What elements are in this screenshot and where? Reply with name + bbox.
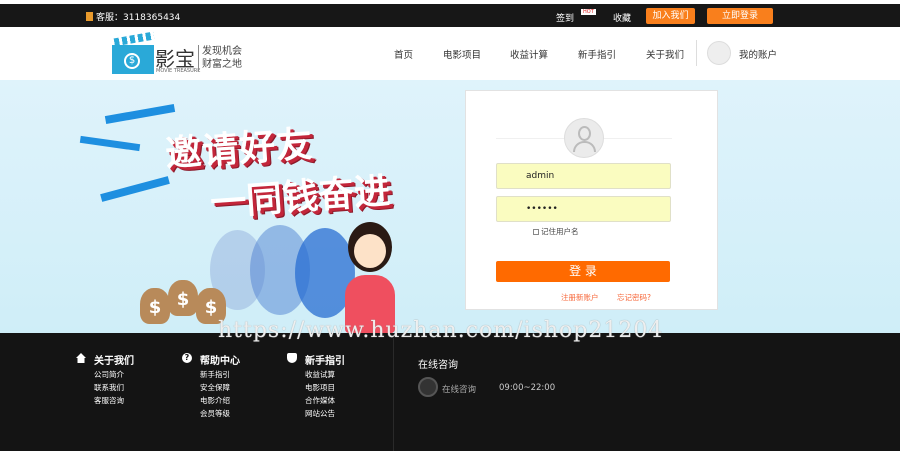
nav-home[interactable]: 首页 bbox=[394, 47, 413, 61]
footer-link[interactable]: 安全保障 bbox=[200, 383, 240, 393]
nav-about[interactable]: 关于我们 bbox=[646, 47, 684, 61]
favorite-link[interactable]: 收藏 bbox=[613, 11, 631, 24]
footer-col-guide: 新手指引 收益试算 电影项目 合作媒体 网站公告 bbox=[287, 352, 345, 419]
register-link[interactable]: 注册新账户 bbox=[561, 292, 599, 303]
logo-icon[interactable]: $ bbox=[112, 31, 155, 74]
online-title: 在线咨询 bbox=[418, 360, 458, 371]
footer-col-title: 关于我们 bbox=[94, 356, 134, 367]
girl-illustration bbox=[330, 220, 410, 333]
watermark: https://www.huzhan.com/ishop21204 bbox=[218, 318, 664, 343]
footer-link[interactable]: 网站公告 bbox=[305, 409, 345, 419]
money-bag-icon: $ bbox=[140, 288, 170, 324]
nav-movies[interactable]: 电影项目 bbox=[443, 47, 481, 61]
header: $ 影宝 MOVIE TREASURE 发现机会 财富之地 首页 电影项目 收益计… bbox=[0, 27, 900, 80]
help-icon: ? bbox=[182, 353, 192, 363]
banner-title-2: 一同钱奋进 bbox=[209, 170, 392, 225]
footer-link[interactable]: 联系我们 bbox=[94, 383, 134, 393]
remember-label: 记住用户名 bbox=[541, 227, 579, 236]
avatar-icon[interactable] bbox=[707, 41, 731, 65]
footer-col-help: ? 帮助中心 新手指引 安全保障 电影介绍 会员等级 bbox=[182, 352, 240, 419]
hot-badge: HOT bbox=[581, 9, 596, 15]
footer-divider bbox=[393, 338, 394, 451]
user-avatar-icon bbox=[564, 118, 604, 158]
footer-link[interactable]: 公司简介 bbox=[94, 370, 134, 380]
ray-decoration bbox=[79, 135, 141, 152]
forgot-password-link[interactable]: 忘记密码? bbox=[617, 292, 651, 303]
banner: 邀请好友 一同钱奋进 $ $ $ bbox=[0, 80, 900, 333]
slogan-line: 财富之地 bbox=[202, 59, 242, 70]
checkbox-icon[interactable] bbox=[533, 229, 539, 235]
shield-icon bbox=[287, 353, 297, 363]
top-bar: 客服：3118365434 签到 HOT 收藏 加入我们 立即登录 bbox=[0, 4, 900, 27]
username-input[interactable] bbox=[496, 163, 671, 189]
slogan: 发现机会 财富之地 bbox=[198, 45, 242, 71]
footer-link[interactable]: 收益试算 bbox=[305, 370, 345, 380]
nav-guide[interactable]: 新手指引 bbox=[578, 47, 616, 61]
nav-calculator[interactable]: 收益计算 bbox=[510, 47, 548, 61]
ray-decoration bbox=[100, 176, 170, 202]
brand-en: MOVIE TREASURE bbox=[156, 68, 201, 74]
footer-col-title: 新手指引 bbox=[305, 356, 345, 367]
login-now-button[interactable]: 立即登录 bbox=[707, 8, 773, 24]
home-icon bbox=[76, 353, 86, 363]
checkin-link[interactable]: 签到 bbox=[556, 11, 574, 24]
footer: 关于我们 公司简介 联系我们 客服咨询 ? 帮助中心 新手指引 安全保障 电影介绍… bbox=[0, 333, 900, 451]
footer-link[interactable]: 会员等级 bbox=[200, 409, 240, 419]
slogan-line: 发现机会 bbox=[202, 46, 242, 57]
password-input[interactable] bbox=[496, 196, 671, 222]
online-consult-link[interactable]: 在线咨询 bbox=[442, 383, 476, 395]
join-button[interactable]: 加入我们 bbox=[646, 8, 695, 24]
footer-col-about: 关于我们 公司简介 联系我们 客服咨询 bbox=[76, 352, 134, 406]
footer-link[interactable]: 客服咨询 bbox=[94, 396, 134, 406]
footer-col-title: 帮助中心 bbox=[200, 356, 240, 367]
phone-icon bbox=[86, 12, 93, 21]
remember-checkbox[interactable]: 记住用户名 bbox=[533, 226, 579, 237]
footer-link[interactable]: 合作媒体 bbox=[305, 396, 345, 406]
footer-link[interactable]: 电影介绍 bbox=[200, 396, 240, 406]
phone-text: 客服：3118365434 bbox=[96, 13, 181, 23]
money-bag-icon: $ bbox=[168, 280, 198, 316]
login-button[interactable]: 登 录 bbox=[496, 261, 670, 282]
login-panel: 记住用户名 登 录 注册新账户 忘记密码? bbox=[465, 90, 718, 310]
customer-service: 客服：3118365434 bbox=[86, 10, 180, 23]
ray-decoration bbox=[104, 103, 176, 125]
footer-link[interactable]: 新手指引 bbox=[200, 370, 240, 380]
qq-icon[interactable] bbox=[418, 377, 438, 397]
nav-account[interactable]: 我的账户 bbox=[739, 47, 777, 61]
nav-divider bbox=[696, 40, 697, 66]
service-hours: 09:00~22:00 bbox=[499, 383, 556, 393]
footer-link[interactable]: 电影项目 bbox=[305, 383, 345, 393]
